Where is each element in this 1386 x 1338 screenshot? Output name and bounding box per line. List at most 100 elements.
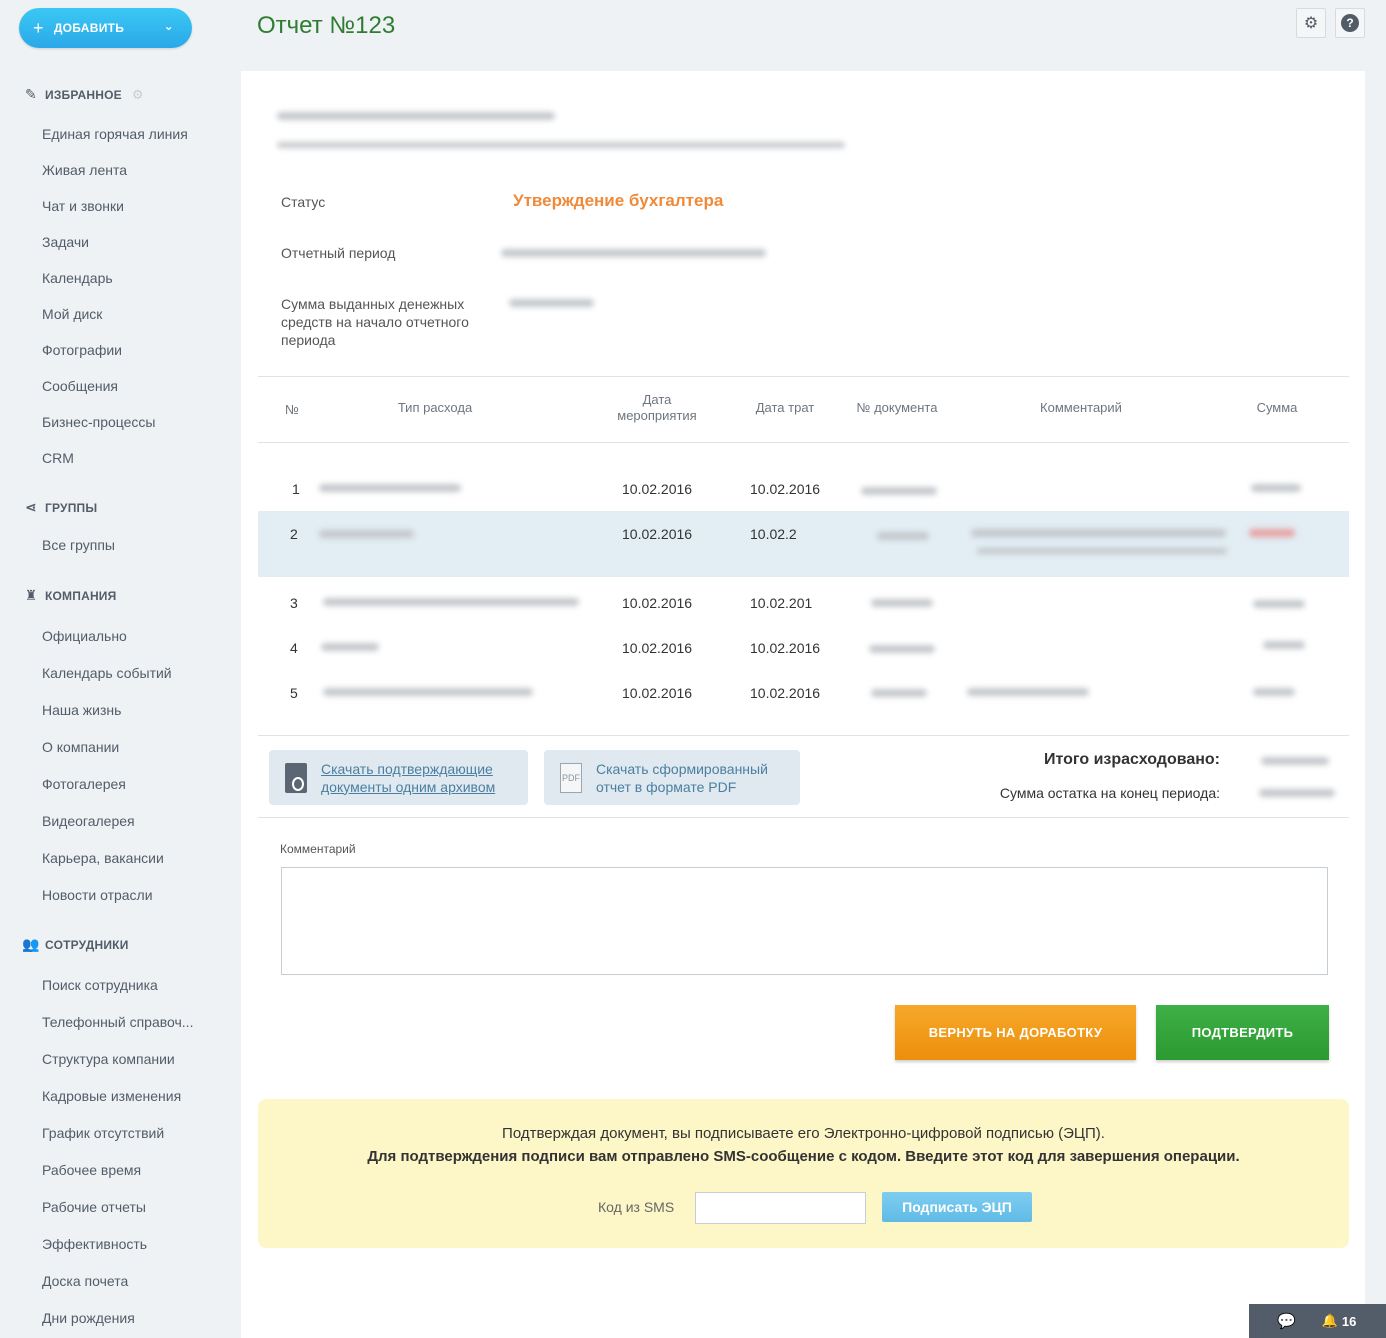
- blurred-comment: [971, 529, 1226, 537]
- sidebar-item-crm[interactable]: CRM: [42, 450, 74, 466]
- sidebar-item-work-time[interactable]: Рабочее время: [42, 1162, 141, 1178]
- sidebar-item-work-reports[interactable]: Рабочие отчеты: [42, 1199, 146, 1215]
- sidebar-item-honor-board[interactable]: Доска почета: [42, 1273, 128, 1289]
- row-spend-date: 10.02.2016: [750, 481, 821, 497]
- blurred-type: [319, 530, 414, 538]
- status-label: Статус: [281, 194, 326, 210]
- row-spend-date: 10.02.201: [750, 595, 813, 611]
- add-button[interactable]: + ДОБАВИТЬ ⌄: [19, 8, 192, 48]
- sms-code-input[interactable]: [695, 1192, 866, 1224]
- download-pdf-line2: отчет в формате PDF: [596, 778, 737, 795]
- sidebar-item-tasks[interactable]: Задачи: [42, 234, 89, 250]
- blurred-doc-num: [861, 487, 937, 495]
- bottom-bar: 💬 🔔 16: [1249, 1304, 1386, 1338]
- sidebar-item-chat[interactable]: Чат и звонки: [42, 198, 124, 214]
- download-pdf-button[interactable]: PDF Скачать сформированный отчет в форма…: [544, 750, 800, 805]
- sidebar-item-my-drive[interactable]: Мой диск: [42, 306, 102, 322]
- section-company-title: КОМПАНИЯ: [45, 588, 117, 603]
- blurred-sum: [1253, 600, 1305, 608]
- section-favorites[interactable]: ✎ ИЗБРАННОЕ ⚙: [22, 86, 144, 103]
- row-event-date: 10.02.2016: [622, 481, 693, 497]
- pin-icon: ✎: [25, 86, 37, 102]
- section-company[interactable]: ♜ КОМПАНИЯ: [22, 587, 117, 604]
- row-num: 4: [290, 640, 298, 656]
- row-event-date: 10.02.2016: [622, 685, 693, 701]
- confirm-button[interactable]: ПОДТВЕРДИТЬ: [1156, 1005, 1329, 1060]
- notification-count[interactable]: 16: [1342, 1314, 1356, 1329]
- download-pdf-label[interactable]: Скачать сформированный отчет в формате P…: [596, 760, 768, 796]
- sidebar-item-messages[interactable]: Сообщения: [42, 378, 118, 394]
- plus-icon: +: [33, 18, 44, 38]
- sidebar-item-photogallery[interactable]: Фотогалерея: [42, 776, 126, 792]
- row-event-date: 10.02.2016: [622, 595, 693, 611]
- chat-icon[interactable]: 💬: [1277, 1312, 1296, 1330]
- remaining-sum-label: Сумма остатка на конец периода:: [999, 785, 1220, 801]
- sidebar-item-calendar[interactable]: Календарь: [42, 270, 113, 286]
- return-for-revision-button[interactable]: ВЕРНУТЬ НА ДОРАБОТКУ: [895, 1005, 1136, 1060]
- sidebar-item-bizproc[interactable]: Бизнес-процессы: [42, 414, 155, 430]
- initial-sum-label-line2: средств на начало отчетного: [281, 314, 469, 330]
- sidebar-item-about[interactable]: О компании: [42, 739, 119, 755]
- blurred-comment: [977, 548, 1227, 554]
- initial-sum-label-line1: Сумма выданных денежных: [281, 296, 465, 312]
- section-groups[interactable]: ⋖ ГРУППЫ: [22, 499, 97, 516]
- blurred-doc-num: [871, 689, 927, 697]
- sidebar-item-our-life[interactable]: Наша жизнь: [42, 702, 121, 718]
- blurred-type: [321, 643, 379, 651]
- divider: [258, 442, 1349, 443]
- divider: [258, 735, 1349, 736]
- sms-signature-panel: Подтверждая документ, вы подписываете ег…: [258, 1099, 1349, 1248]
- blurred-type: [323, 688, 533, 696]
- divider: [258, 817, 1349, 818]
- table-row-selected[interactable]: [258, 511, 1349, 577]
- sidebar-item-official[interactable]: Официально: [42, 628, 127, 644]
- comment-textarea[interactable]: [281, 867, 1328, 975]
- sidebar-item-absences[interactable]: График отсутствий: [42, 1125, 164, 1141]
- sidebar-item-hotline[interactable]: Единая горячая линия: [42, 126, 188, 142]
- section-groups-title: ГРУППЫ: [45, 500, 98, 515]
- col-event-date-line1: Дата: [642, 392, 672, 407]
- sidebar-item-events[interactable]: Календарь событий: [42, 665, 172, 681]
- row-event-date: 10.02.2016: [622, 640, 693, 656]
- col-spend-date: Дата трат: [755, 400, 815, 415]
- sidebar-item-careers[interactable]: Карьера, вакансии: [42, 850, 164, 866]
- sidebar-item-find-employee[interactable]: Поиск сотрудника: [42, 977, 158, 993]
- gear-icon[interactable]: ⚙: [1296, 8, 1326, 38]
- sidebar-item-industry-news[interactable]: Новости отрасли: [42, 887, 153, 903]
- chevron-down-icon[interactable]: ⌄: [164, 19, 174, 33]
- row-spend-date: 10.02.2: [750, 526, 797, 542]
- report-panel: Статус Утверждение бухгалтера Отчетный п…: [241, 71, 1365, 1338]
- help-icon[interactable]: ?: [1335, 8, 1365, 38]
- sidebar-item-all-groups[interactable]: Все группы: [42, 537, 115, 553]
- col-event-date-line2: мероприятия: [617, 408, 697, 423]
- col-type: Тип расхода: [397, 400, 473, 415]
- sidebar-item-phonebook[interactable]: Телефонный справоч...: [42, 1014, 193, 1030]
- sidebar-item-photos[interactable]: Фотографии: [42, 342, 122, 358]
- row-num: 2: [290, 526, 298, 542]
- download-archive-button[interactable]: Скачать подтверждающие документы одним а…: [269, 750, 528, 805]
- blurred-sum: [1263, 641, 1305, 649]
- blurred-subtitle: [277, 142, 845, 148]
- blurred-initial-sum: [509, 299, 594, 307]
- download-archive-label[interactable]: Скачать подтверждающие документы одним а…: [321, 760, 495, 796]
- page-title: Отчет №123: [257, 12, 396, 39]
- col-doc-num: № документа: [856, 400, 938, 415]
- section-favorites-title: ИЗБРАННОЕ: [45, 87, 122, 102]
- blurred-sum: [1251, 484, 1301, 492]
- tower-icon: ♜: [24, 587, 38, 603]
- people-icon: 👥: [22, 936, 40, 952]
- sidebar-item-structure[interactable]: Структура компании: [42, 1051, 175, 1067]
- total-spent-label: Итого израсходовано:: [1044, 751, 1220, 768]
- blurred-sum: [1253, 688, 1295, 696]
- row-num: 1: [292, 481, 300, 497]
- gear-icon[interactable]: ⚙: [132, 87, 144, 103]
- bell-icon[interactable]: 🔔: [1322, 1313, 1338, 1329]
- sidebar-item-efficiency[interactable]: Эффективность: [42, 1236, 147, 1252]
- sign-button[interactable]: Подписать ЭЦП: [882, 1192, 1032, 1222]
- divider: [258, 376, 1349, 377]
- sidebar-item-birthdays[interactable]: Дни рождения: [42, 1310, 135, 1326]
- section-employees[interactable]: 👥 СОТРУДНИКИ: [22, 936, 129, 953]
- sidebar-item-live-feed[interactable]: Живая лента: [42, 162, 127, 178]
- sidebar-item-videogallery[interactable]: Видеогалерея: [42, 813, 135, 829]
- sidebar-item-hr-changes[interactable]: Кадровые изменения: [42, 1088, 181, 1104]
